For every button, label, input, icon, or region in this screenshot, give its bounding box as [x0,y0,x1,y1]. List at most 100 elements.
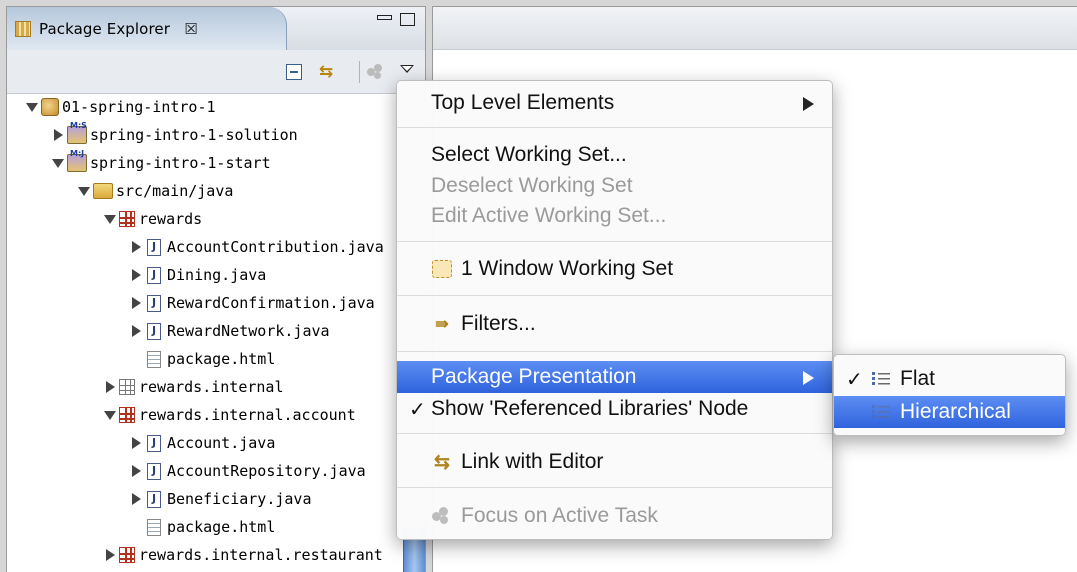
java-file-icon: J [147,434,161,452]
submenu-arrow-icon [803,371,814,385]
filter-icon: ⇛ [435,316,449,333]
focus-task-icon [432,507,452,525]
menu-item-top-level-elements[interactable]: Top Level Elements [397,87,832,119]
menu-separator [397,433,832,434]
expanded-arrow-icon[interactable] [103,212,117,226]
expanded-arrow-icon[interactable] [77,184,91,198]
tree-item[interactable]: rewards.internal.restaurant [103,543,383,567]
focus-dots-icon [367,64,385,80]
no-expander [129,352,143,366]
tree-item[interactable]: J Beneficiary.java [129,487,312,511]
html-file-icon [147,518,161,536]
collapse-all-button[interactable] [283,61,305,83]
tree-item-label: package.html [167,350,276,368]
java-file-icon: J [147,462,161,480]
tree-item[interactable]: package.html [129,515,275,539]
tab-package-explorer[interactable]: Package Explorer ☒ [7,7,287,50]
menu-item-link-with-editor[interactable]: ⇆ Link with Editor [397,446,832,478]
collapsed-arrow-icon[interactable] [103,548,117,562]
close-view-icon[interactable]: ☒ [182,20,200,38]
collapsed-arrow-icon[interactable] [129,324,143,338]
tree-item[interactable]: rewards.internal.account [103,403,356,427]
tree-item-label: RewardNetwork.java [167,322,330,340]
java-file-icon: J [147,322,161,340]
collapsed-arrow-icon[interactable] [103,380,117,394]
tree-item-label: Dining.java [167,266,267,284]
collapse-all-icon [286,64,302,80]
menu-item-package-presentation[interactable]: Package Presentation [397,361,832,393]
tree-item[interactable]: J RewardNetwork.java [129,319,330,343]
menu-item-label: 1 Window Working Set [461,257,674,280]
tree-item-label: package.html [167,518,276,536]
working-set-icon [41,98,59,116]
tree-item[interactable]: src/main/java [77,179,233,203]
menu-separator [397,241,832,242]
tree-item[interactable]: J Account.java [129,431,275,455]
menu-item-show-referenced-libraries[interactable]: ✓ Show 'Referenced Libraries' Node [397,393,832,425]
view-toolbar: ⇆ [7,50,425,94]
checkmark-icon: ✓ [409,398,426,421]
tree-item[interactable]: J AccountRepository.java [129,459,366,483]
tree-item[interactable]: J Dining.java [129,263,266,287]
view-title: Package Explorer [39,19,170,38]
package-icon [119,211,135,227]
collapsed-arrow-icon[interactable] [129,268,143,282]
menu-item-label: Filters... [461,312,536,335]
menu-item-label: Top Level Elements [431,91,615,114]
link-with-editor-button[interactable]: ⇆ [315,61,337,83]
tree-item[interactable]: spring-intro-1-start [51,149,271,175]
submenu-arrow-icon [803,97,814,111]
expanded-arrow-icon[interactable] [51,156,65,170]
tree-item[interactable]: rewards [103,207,202,231]
tree-item-label: src/main/java [116,182,234,200]
collapsed-arrow-icon[interactable] [129,296,143,310]
menu-item-deselect-working-set: Deselect Working Set [397,170,832,202]
expanded-arrow-icon[interactable] [103,408,117,422]
project-icon [67,121,87,144]
menu-item-window-working-set[interactable]: 1 Window Working Set [397,253,832,285]
tree-item[interactable]: J RewardConfirmation.java [129,291,375,315]
collapsed-arrow-icon[interactable] [51,128,65,142]
tree-item-label: rewards.internal.account [139,406,356,424]
menu-item-label: Package Presentation [431,365,637,388]
toolbar-separator [359,61,360,83]
maximize-icon[interactable] [400,13,415,26]
tree-item[interactable]: J AccountContribution.java [129,235,384,259]
menu-item-label: Show 'Referenced Libraries' Node [431,397,749,420]
minimize-icon[interactable] [377,15,392,20]
tree-item[interactable]: rewards.internal [103,375,284,399]
collapsed-arrow-icon[interactable] [129,492,143,506]
menu-item-focus-on-active-task: Focus on Active Task [397,500,832,532]
tree-item[interactable]: 01-spring-intro-1 [25,95,216,119]
package-explorer-view: Package Explorer ☒ ⇆ 01-spring-intro-1 sp… [6,6,426,572]
menu-item-filters[interactable]: ⇛ Filters... [397,308,832,340]
working-set-icon [432,260,452,278]
menu-separator [397,487,832,488]
menu-item-label: Focus on Active Task [461,504,658,527]
source-folder-icon [93,183,113,199]
tree-item-label: 01-spring-intro-1 [62,98,216,116]
menu-item-label: Edit Active Working Set... [431,204,667,227]
link-arrows-icon: ⇆ [318,62,334,82]
menu-separator [397,127,832,128]
menu-separator [397,351,832,352]
view-menu: Top Level Elements Select Working Set...… [396,80,833,540]
java-file-icon: J [147,238,161,256]
tree-item-label: Account.java [167,434,276,452]
tree-item[interactable]: package.html [129,347,275,371]
expanded-arrow-icon[interactable] [25,100,39,114]
no-expander [129,520,143,534]
menu-item-edit-active-working-set: Edit Active Working Set... [397,200,832,232]
menu-item-select-working-set[interactable]: Select Working Set... [397,139,832,171]
focus-task-button[interactable] [365,61,387,83]
collapsed-arrow-icon[interactable] [129,464,143,478]
submenu-item-label: Hierarchical [900,400,1011,423]
submenu-item-hierarchical[interactable]: Hierarchical [834,396,1065,428]
project-icon [67,149,87,172]
collapsed-arrow-icon[interactable] [129,240,143,254]
tree-item[interactable]: spring-intro-1-solution [51,121,298,147]
submenu-item-flat[interactable]: ✓ Flat [834,363,1065,395]
view-menu-icon[interactable] [400,65,414,73]
collapsed-arrow-icon[interactable] [129,436,143,450]
package-explorer-icon [15,20,31,37]
